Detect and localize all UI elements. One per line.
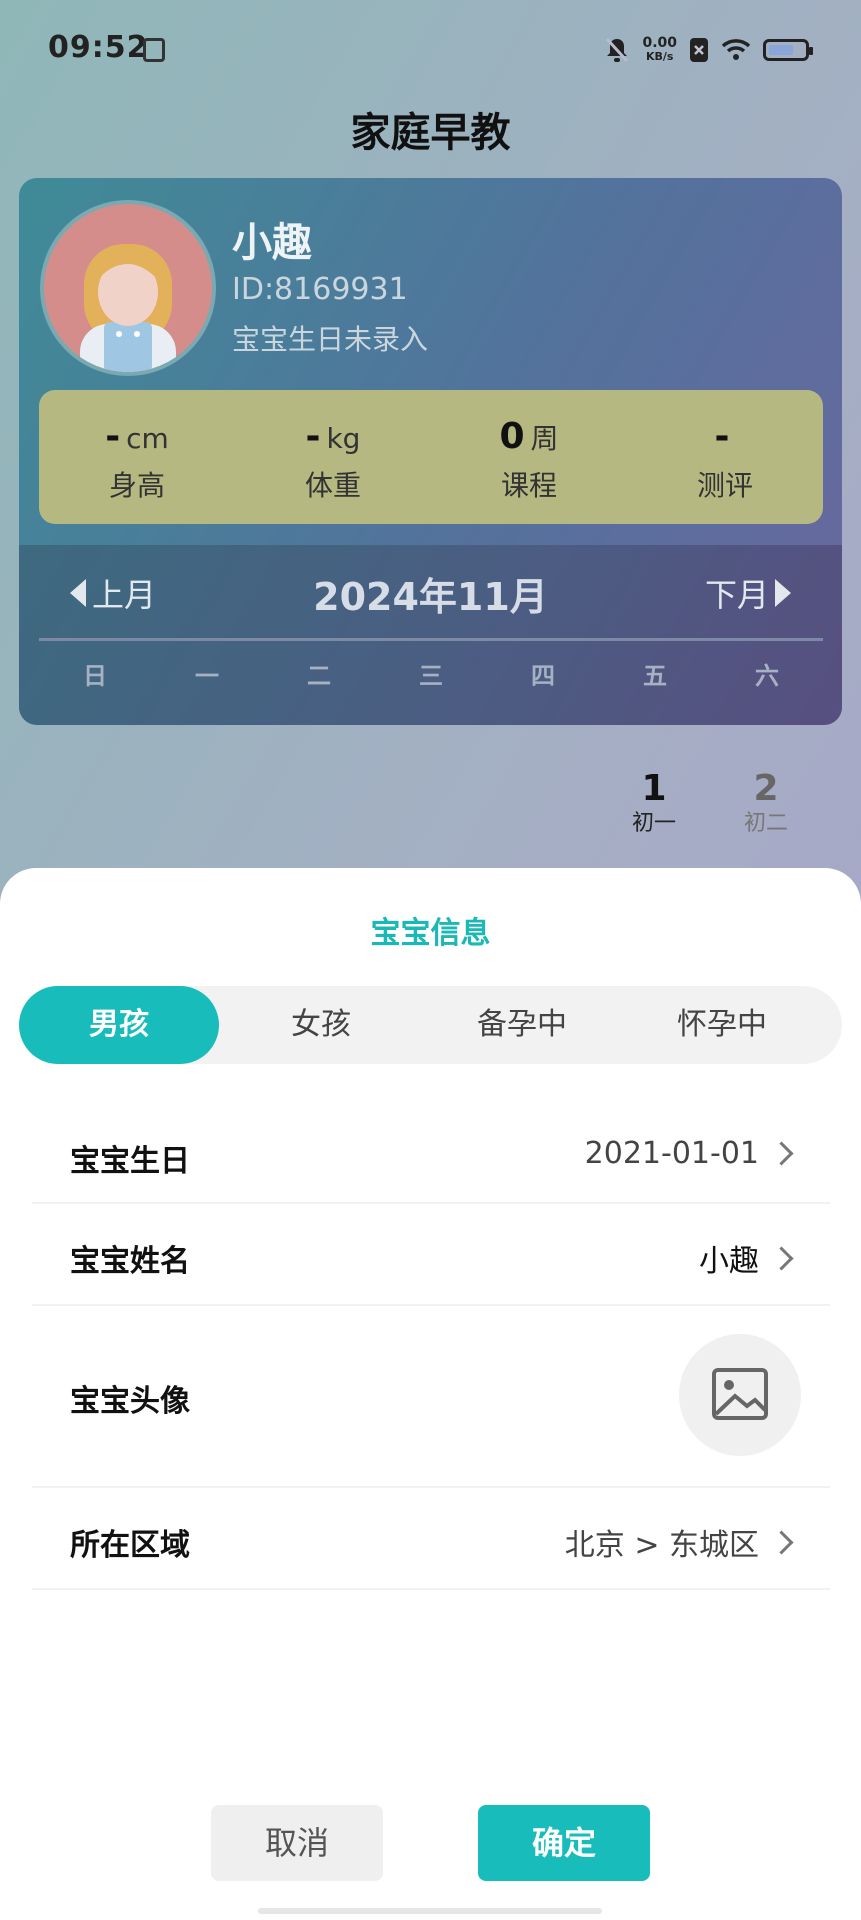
- stat-unit: cm: [126, 422, 169, 455]
- row-value: 2021-01-01: [584, 1136, 759, 1171]
- caret-right-icon: [775, 579, 791, 607]
- status-icons: 0.00 KB/s: [604, 34, 813, 66]
- day-lunar: 初一: [631, 811, 676, 836]
- battery-icon: [763, 39, 813, 61]
- stat-value: -: [305, 416, 321, 457]
- page-title: 家庭早教: [350, 110, 511, 156]
- weekday-label: 三: [419, 662, 443, 690]
- status-bar: 09:52 0.00 KB/s: [0, 0, 861, 100]
- day-number: 2: [753, 768, 779, 809]
- stat-value: -: [105, 416, 121, 457]
- weekday-row: 日 一 二 三 四 五 六: [39, 656, 823, 691]
- row-label: 宝宝头像: [70, 1384, 190, 1419]
- mute-notification-icon: [606, 37, 629, 63]
- girl-avatar-icon: [80, 244, 176, 372]
- chevron-right-icon: [769, 1245, 794, 1271]
- stat-assessment[interactable]: - 测评: [627, 390, 823, 524]
- stat-value: 0: [499, 416, 525, 457]
- row-label: 宝宝生日: [70, 1144, 190, 1179]
- name-value: 小趣: [699, 1236, 794, 1280]
- stat-label: 体重: [304, 469, 361, 502]
- sim-card-icon: [143, 38, 165, 62]
- stat-height[interactable]: - cm 身高: [39, 390, 235, 524]
- gender-option-preparing[interactable]: 备孕中: [422, 986, 622, 1064]
- row-label: 宝宝姓名: [70, 1244, 190, 1279]
- weekday-label: 日: [83, 662, 107, 690]
- baby-birth-status: 宝宝生日未录入: [232, 323, 429, 356]
- divider: [39, 638, 823, 641]
- stats-box: - cm 身高 - kg 体重 0周 课程 - 测评: [39, 390, 823, 524]
- stat-label: 身高: [108, 469, 165, 502]
- next-month-button[interactable]: 下月: [705, 570, 791, 616]
- calendar-day[interactable]: 1 初一: [614, 768, 694, 837]
- gender-option-pregnant[interactable]: 怀孕中: [622, 986, 822, 1064]
- stat-value: -: [714, 416, 730, 457]
- name-row[interactable]: 宝宝姓名 小趣: [32, 1204, 830, 1306]
- network-speed-unit: KB/s: [645, 50, 674, 63]
- image-icon: [712, 1368, 768, 1420]
- status-time: 09:52: [48, 30, 149, 65]
- gender-option-boy[interactable]: 男孩: [19, 986, 219, 1064]
- avatar[interactable]: [40, 200, 216, 376]
- day-lunar: 初二: [743, 811, 788, 836]
- region-value: 北京 > 东城区: [564, 1520, 794, 1564]
- region-row[interactable]: 所在区域 北京 > 东城区: [32, 1488, 830, 1590]
- confirm-button[interactable]: 确定: [478, 1805, 650, 1881]
- weekday-label: 四: [531, 662, 555, 690]
- chevron-right-icon: [769, 1529, 794, 1555]
- weekday-label: 六: [755, 662, 779, 690]
- chevron-right-icon: [769, 1141, 794, 1166]
- row-label: 所在区域: [70, 1528, 190, 1563]
- baby-id: ID:8169931: [232, 272, 408, 307]
- weekday-label: 二: [307, 662, 331, 690]
- birthday-value: 2021-01-01: [584, 1136, 794, 1171]
- stat-weight[interactable]: - kg 体重: [235, 390, 431, 524]
- wifi-icon: [721, 39, 751, 60]
- stat-courses[interactable]: 0周 课程: [431, 390, 627, 524]
- next-month-label: 下月: [704, 576, 769, 614]
- stat-label: 课程: [500, 469, 557, 502]
- network-speed-value: 0.00: [642, 35, 677, 51]
- no-sim-icon: [690, 38, 708, 62]
- stat-unit: 周: [530, 422, 559, 455]
- stat-unit: kg: [326, 422, 361, 455]
- row-value: 北京 > 东城区: [564, 1528, 759, 1563]
- sheet-title: 宝宝信息: [370, 916, 491, 951]
- day-number: 1: [641, 768, 667, 809]
- gender-option-girl[interactable]: 女孩: [221, 986, 421, 1064]
- stat-label: 测评: [696, 469, 753, 502]
- birthday-row[interactable]: 宝宝生日 2021-01-01: [32, 1116, 830, 1204]
- row-value: 小趣: [699, 1244, 759, 1279]
- avatar-upload-button[interactable]: [679, 1334, 801, 1456]
- calendar-day[interactable]: 2 初二: [726, 768, 806, 837]
- weekday-label: 一: [195, 662, 219, 690]
- home-indicator: [258, 1908, 602, 1914]
- baby-name: 小趣: [232, 220, 312, 266]
- network-speed: 0.00 KB/s: [642, 36, 677, 64]
- weekday-label: 五: [643, 662, 667, 690]
- cancel-button[interactable]: 取消: [211, 1805, 383, 1881]
